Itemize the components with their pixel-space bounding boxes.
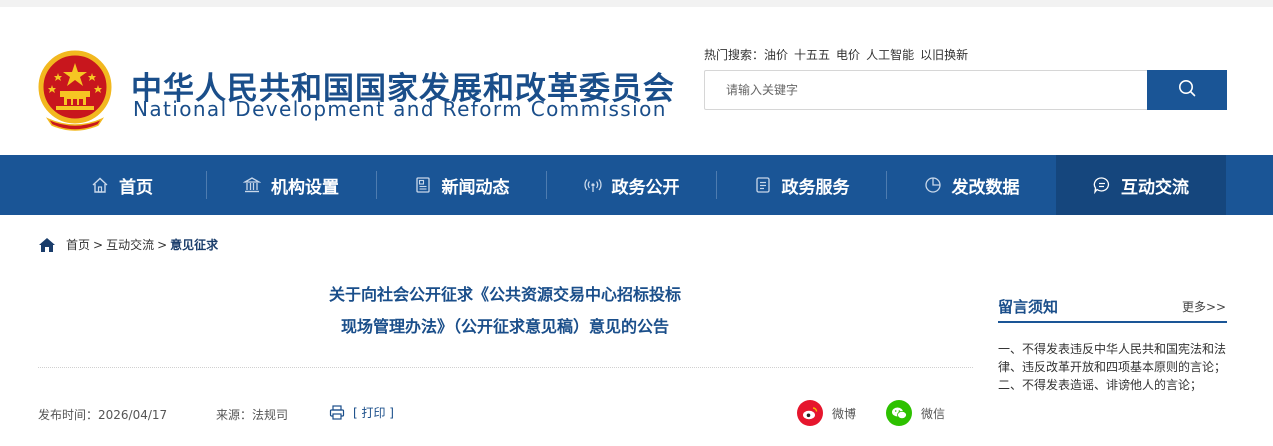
home-icon[interactable]	[38, 237, 56, 253]
news-icon	[414, 176, 432, 194]
article-title-line1: 关于向社会公开征求《公共资源交易中心招标投标	[328, 285, 681, 304]
more-link[interactable]: 更多>>	[1182, 298, 1226, 315]
hot-term-link[interactable]: 电价	[836, 48, 860, 62]
hot-term-link[interactable]: 以旧换新	[920, 48, 968, 62]
nav-item-label: 首页	[119, 177, 153, 198]
home-icon	[91, 176, 109, 194]
publish-label: 发布时间：	[38, 408, 99, 422]
pie-chart-icon	[924, 176, 942, 194]
hot-term-link[interactable]: 人工智能	[866, 48, 914, 62]
share-wechat[interactable]: 微信	[886, 400, 945, 426]
search-button[interactable]	[1147, 70, 1227, 110]
source-value: 法规司	[252, 408, 289, 422]
breadcrumb-current[interactable]: 意见征求	[170, 236, 218, 253]
main-nav: 首页 机构设置 新闻动态 政务公开 政务服务 发改数据 互动交流	[0, 155, 1273, 215]
share-weibo[interactable]: 微博	[797, 400, 856, 426]
breadcrumb-separator: >	[93, 237, 104, 252]
notice-line: 一、不得发表违反中华人民共和国宪法和法律、违反改革开放和四项基本原则的言论；	[998, 342, 1227, 374]
nav-item-home[interactable]: 首页	[38, 155, 206, 215]
nav-item-label: 发改数据	[951, 177, 1020, 198]
nav-item-organization[interactable]: 机构设置	[207, 155, 375, 215]
nav-item-label: 政务服务	[781, 177, 850, 198]
publish-time: 发布时间：2026/04/17	[38, 406, 167, 423]
nav-item-services[interactable]: 政务服务	[717, 155, 886, 215]
hot-term-link[interactable]: 十五五	[794, 48, 830, 62]
source-label: 来源：	[216, 408, 253, 422]
sidebar-underline	[998, 321, 1227, 323]
print-label: [ 打印 ]	[353, 406, 394, 420]
article-title-line2: 现场管理办法》（公开征求意见稿）意见的公告	[340, 317, 669, 336]
nav-item-label: 新闻动态	[441, 177, 510, 198]
site-title-en[interactable]: National Development and Reform Commissi…	[133, 97, 667, 121]
chat-icon	[1093, 176, 1111, 194]
wechat-label: 微信	[921, 406, 946, 421]
search-box	[704, 70, 1227, 110]
broadcast-icon	[583, 176, 602, 194]
breadcrumb-link[interactable]: 互动交流	[106, 236, 154, 253]
nav-item-interaction[interactable]: 互动交流	[1056, 155, 1226, 215]
notice-line: 二、不得发表造谣、诽谤他人的言论；	[998, 378, 1203, 392]
printer-icon	[329, 405, 345, 420]
article-source: 来源：法规司	[216, 406, 288, 423]
divider	[38, 367, 973, 368]
sidebar-title: 留言须知	[998, 298, 1059, 316]
nav-item-label: 机构设置	[271, 177, 339, 198]
nav-item-news[interactable]: 新闻动态	[377, 155, 546, 215]
document-icon	[754, 176, 772, 194]
publish-date: 2026/04/17	[98, 408, 168, 422]
nav-item-data[interactable]: 发改数据	[887, 155, 1056, 215]
building-icon	[243, 176, 261, 194]
weibo-label: 微博	[832, 406, 857, 421]
nav-item-label: 政务公开	[611, 177, 680, 198]
top-strip	[0, 0, 1273, 7]
search-input[interactable]	[705, 71, 1147, 109]
breadcrumb: 首页 > 互动交流 > 意见征求	[38, 236, 218, 253]
print-button[interactable]: [ 打印 ]	[329, 404, 394, 421]
wechat-icon	[886, 400, 912, 426]
hot-search-label: 热门搜索：	[704, 48, 765, 62]
nav-item-gov-affairs[interactable]: 政务公开	[547, 155, 716, 215]
hot-search: 热门搜索：油价 十五五 电价 人工智能 以旧换新	[704, 46, 974, 63]
search-icon	[1178, 79, 1196, 101]
national-emblem-icon[interactable]	[38, 49, 112, 131]
sidebar-notice: 一、不得发表违反中华人民共和国宪法和法律、违反改革开放和四项基本原则的言论； 二…	[998, 340, 1227, 394]
breadcrumb-link[interactable]: 首页	[66, 236, 90, 253]
nav-item-label: 互动交流	[1121, 177, 1189, 198]
hot-term-link[interactable]: 油价	[764, 48, 788, 62]
weibo-icon	[797, 400, 823, 426]
breadcrumb-separator: >	[157, 237, 168, 252]
